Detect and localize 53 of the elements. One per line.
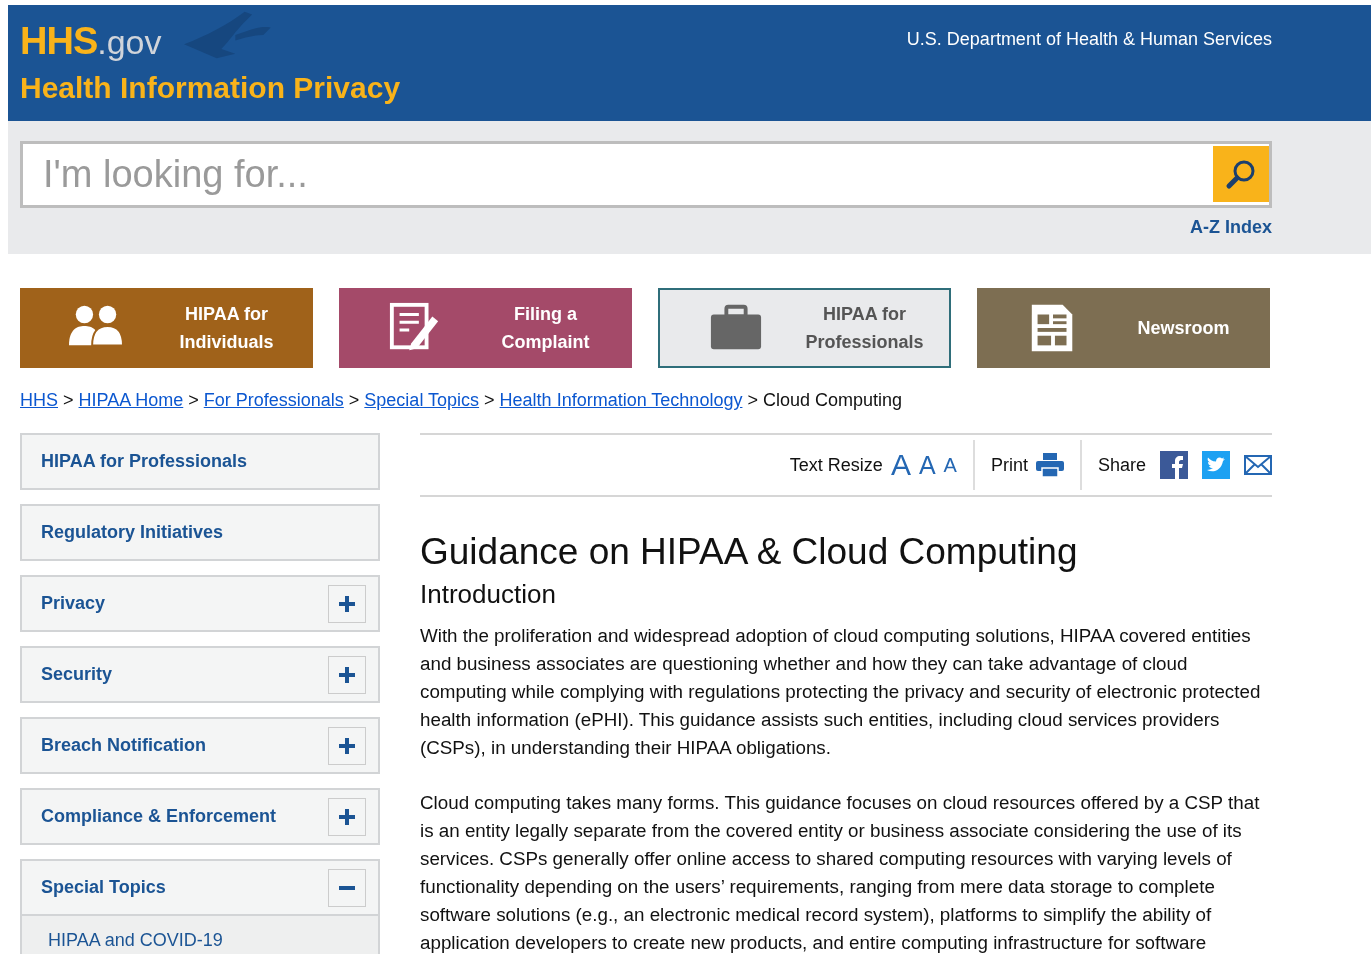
az-index-link[interactable]: A-Z Index (1190, 217, 1272, 238)
plus-icon (339, 737, 355, 754)
search-icon (1225, 158, 1257, 190)
department-name[interactable]: U.S. Department of Health & Human Services (906, 29, 1272, 63)
breadcrumb-link[interactable]: HIPAA Home (78, 390, 184, 411)
breadcrumb-separator: > (747, 390, 758, 411)
share-label: Share (1097, 454, 1146, 476)
sidebar-link[interactable]: Compliance & Enforcement (41, 806, 277, 827)
breadcrumb-separator: > (188, 390, 199, 411)
expand-button[interactable] (328, 726, 366, 765)
plus-icon (339, 808, 355, 825)
search-button[interactable] (1213, 146, 1269, 202)
section-heading: Introduction (420, 579, 557, 610)
plus-icon (339, 595, 355, 612)
feature-tile[interactable]: HIPAA for Individuals (20, 288, 313, 368)
sidebar-link[interactable]: Special Topics (41, 877, 166, 898)
expand-button[interactable] (328, 655, 366, 694)
expand-button[interactable] (328, 584, 366, 623)
page-title: Guidance on HIPAA & Cloud Computing (420, 531, 1079, 573)
sidebar-link[interactable]: Security (41, 664, 113, 685)
breadcrumb-link[interactable]: HHS (20, 390, 58, 411)
site-title[interactable]: Health Information Privacy (20, 71, 401, 105)
sidebar-link[interactable]: HIPAA for Professionals (41, 451, 248, 472)
body-paragraph: Cloud computing takes many forms. This guidance focuses on cloud resources offered by a CSP that is an entity legally separate from the covered entity or business associate considering the use of its services. CSPs generally offer online access to shared computing resources with varying levels of functionality depending on the users’ requirements, ranging from mere data storage to complete software solutions (e.g., an electronic medical record system), platforms to simplify the ability of application developers to create new products, and entire computing infrastructure for software (420, 791, 1261, 954)
breadcrumb-separator: > (348, 390, 360, 411)
printer-icon[interactable] (1035, 453, 1064, 477)
breadcrumb-link[interactable]: For Professionals (203, 390, 344, 411)
breadcrumb-link[interactable]: Health Information Technology (499, 390, 743, 411)
text-size-button[interactable]: A (890, 450, 911, 480)
breadcrumb-separator: > (484, 390, 495, 411)
minus-icon (339, 885, 355, 890)
facebook-icon[interactable] (1160, 451, 1188, 479)
email-icon[interactable] (1244, 455, 1272, 475)
breadcrumb-link[interactable]: Special Topics (364, 390, 480, 411)
feature-tile[interactable]: Newsroom (977, 288, 1270, 368)
text-resize-label: Text Resize (789, 454, 883, 476)
expand-button[interactable] (328, 797, 366, 836)
site-logo[interactable]: HHS.gov (20, 20, 162, 63)
print-link[interactable]: Print (990, 454, 1028, 476)
feature-tile[interactable]: Filing a Complaint (339, 288, 632, 368)
search-field[interactable]: I'm looking for... (20, 141, 1272, 208)
feature-tile[interactable]: HIPAA for Professionals (658, 288, 951, 368)
sidebar-link[interactable]: Privacy (41, 593, 106, 614)
breadcrumb-current: Cloud Computing (762, 390, 902, 411)
twitter-icon[interactable] (1202, 451, 1230, 479)
sidebar-link[interactable]: Regulatory Initiatives (41, 522, 224, 543)
breadcrumb-separator: > (63, 390, 74, 411)
collapse-button[interactable] (328, 868, 366, 907)
text-size-button[interactable]: A (943, 455, 957, 475)
plus-icon (339, 666, 355, 683)
text-size-button[interactable]: A (918, 452, 936, 478)
body-paragraph: With the proliferation and widespread adoption of cloud computing solutions, HIPAA covered entities and business associates are questioning whether and how they can take advantage of cloud computing while complying with regulations protecting the privacy and security of electronic protected health information (ePHI). This guidance assists such entities, including cloud services providers (CSPs), in understanding their HIPAA obligations. (420, 624, 1262, 760)
sidebar-link[interactable]: Breach Notification (41, 735, 207, 756)
